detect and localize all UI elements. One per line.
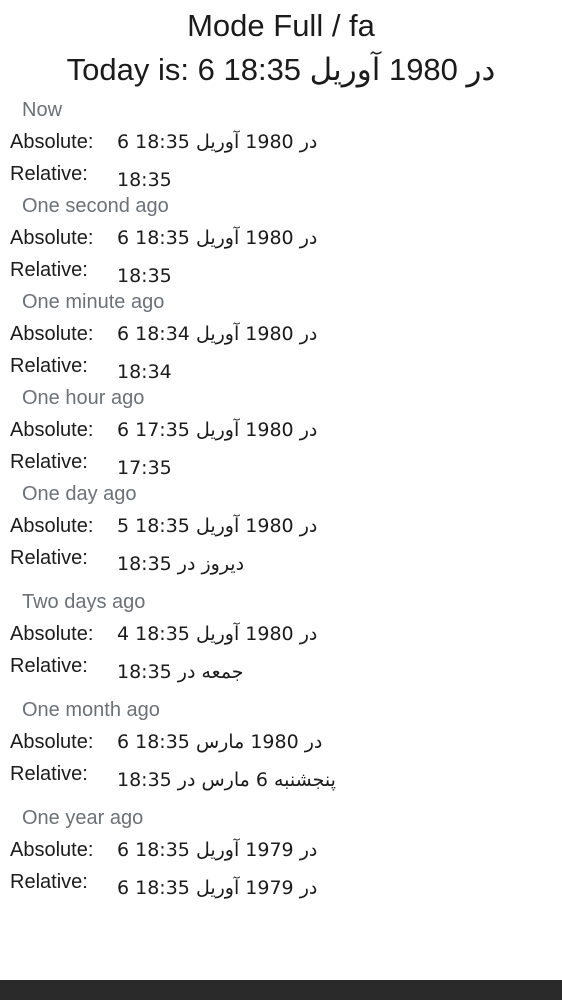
section-title: One day ago xyxy=(22,483,137,505)
relative-row: Relative: 18:35 xyxy=(0,258,562,287)
absolute-label: Absolute: xyxy=(10,227,94,249)
relative-row: Relative: 18:34 xyxy=(0,354,562,383)
absolute-row: Absolute: 5 18:35 در 1980 آوریل xyxy=(0,514,562,538)
time-examples-list: Now Absolute: 6 18:35 در 1980 آوریل Rela… xyxy=(0,98,562,899)
absolute-label: Absolute: xyxy=(10,515,94,537)
absolute-value: 6 18:35 در 1979 آوریل xyxy=(117,839,318,861)
absolute-row: Absolute: 6 18:34 در 1980 آوریل xyxy=(0,322,562,346)
absolute-label: Absolute: xyxy=(10,839,94,861)
section-title: One year ago xyxy=(22,807,144,829)
section-title: One second ago xyxy=(22,195,169,217)
page-title: Mode Full / fa xyxy=(187,8,375,43)
relative-value: 18:35 دیروز در xyxy=(117,553,245,575)
absolute-label: Absolute: xyxy=(10,623,94,645)
absolute-value: 6 18:35 در 1980 آوریل xyxy=(117,131,318,153)
absolute-value: 6 18:35 در 1980 مارس xyxy=(117,731,323,753)
section-title: One minute ago xyxy=(22,291,165,313)
relative-label: Relative: xyxy=(10,355,88,377)
absolute-value: 6 18:34 در 1980 آوریل xyxy=(117,323,318,345)
section-title: One month ago xyxy=(22,699,160,721)
absolute-row: Absolute: 6 18:35 در 1980 مارس xyxy=(0,730,562,754)
absolute-label: Absolute: xyxy=(10,419,94,441)
section-one-second-ago: One second ago Absolute: 6 18:35 در 1980… xyxy=(0,194,562,287)
relative-label: Relative: xyxy=(10,763,88,785)
relative-row: Relative: 18:35 xyxy=(0,162,562,191)
absolute-value: 6 18:35 در 1980 آوریل xyxy=(117,227,318,249)
relative-value: 18:35 پنجشنبه 6 مارس در xyxy=(117,769,336,791)
absolute-value: 6 17:35 در 1980 آوریل xyxy=(117,419,318,441)
absolute-value: 4 18:35 در 1980 آوریل xyxy=(117,623,318,645)
absolute-row: Absolute: 6 18:35 در 1980 آوریل xyxy=(0,130,562,154)
section-title: One hour ago xyxy=(22,387,145,409)
absolute-row: Absolute: 6 17:35 در 1980 آوریل xyxy=(0,418,562,442)
relative-label: Relative: xyxy=(10,259,88,281)
relative-value: 17:35 xyxy=(117,457,172,479)
relative-value: 6 18:35 در 1979 آوریل xyxy=(117,877,318,899)
absolute-value: 5 18:35 در 1980 آوریل xyxy=(117,515,318,537)
absolute-label: Absolute: xyxy=(10,731,94,753)
section-one-hour-ago: One hour ago Absolute: 6 17:35 در 1980 آ… xyxy=(0,386,562,479)
relative-row: Relative: 17:35 xyxy=(0,450,562,479)
relative-row: Relative: 18:35 دیروز در xyxy=(0,546,562,575)
relative-value: 18:35 جمعه در xyxy=(117,661,244,683)
relative-row: Relative: 6 18:35 در 1979 آوریل xyxy=(0,870,562,899)
absolute-row: Absolute: 4 18:35 در 1980 آوریل xyxy=(0,622,562,646)
section-now: Now Absolute: 6 18:35 در 1980 آوریل Rela… xyxy=(0,98,562,191)
relative-label: Relative: xyxy=(10,655,88,677)
page-header: Mode Full / fa Today is: 6 18:35 در 1980… xyxy=(0,0,562,90)
section-one-day-ago: One day ago Absolute: 5 18:35 در 1980 آو… xyxy=(0,482,562,575)
relative-row: Relative: 18:35 جمعه در xyxy=(0,654,562,683)
bottom-navigation-bar xyxy=(0,980,562,1000)
absolute-label: Absolute: xyxy=(10,131,94,153)
section-one-month-ago: One month ago Absolute: 6 18:35 در 1980 … xyxy=(0,698,562,791)
relative-label: Relative: xyxy=(10,163,88,185)
relative-label: Relative: xyxy=(10,547,88,569)
relative-label: Relative: xyxy=(10,871,88,893)
relative-value: 18:34 xyxy=(117,361,172,383)
section-title: Now xyxy=(22,99,63,121)
section-title: Two days ago xyxy=(22,591,146,613)
today-label: Today is: 6 18:35 در 1980 آوریل xyxy=(66,52,496,87)
absolute-row: Absolute: 6 18:35 در 1980 آوریل xyxy=(0,226,562,250)
section-one-minute-ago: One minute ago Absolute: 6 18:34 در 1980… xyxy=(0,290,562,383)
absolute-label: Absolute: xyxy=(10,323,94,345)
section-one-year-ago: One year ago Absolute: 6 18:35 در 1979 آ… xyxy=(0,806,562,899)
section-two-days-ago: Two days ago Absolute: 4 18:35 در 1980 آ… xyxy=(0,590,562,683)
absolute-row: Absolute: 6 18:35 در 1979 آوریل xyxy=(0,838,562,862)
relative-value: 18:35 xyxy=(117,169,172,191)
relative-label: Relative: xyxy=(10,451,88,473)
relative-row: Relative: 18:35 پنجشنبه 6 مارس در xyxy=(0,762,562,791)
relative-value: 18:35 xyxy=(117,265,172,287)
